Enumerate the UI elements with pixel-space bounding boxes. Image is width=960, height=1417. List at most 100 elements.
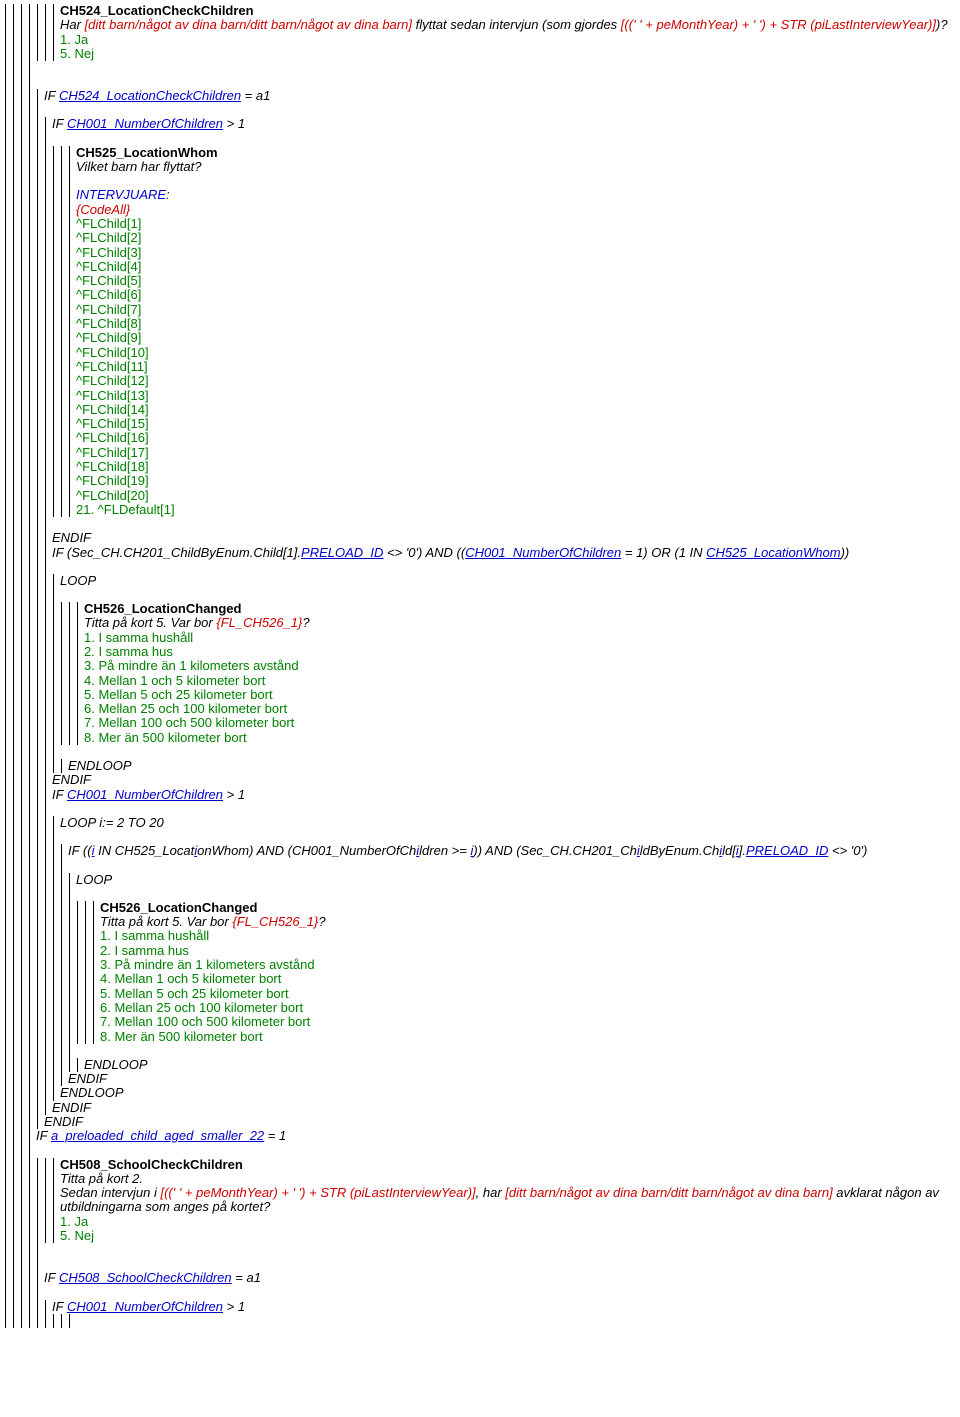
text: IN CH525_Locat — [94, 843, 194, 858]
ch508-a1: 1. Ja — [56, 1215, 960, 1229]
ch508-title: CH508_SchoolCheckChildren — [56, 1158, 960, 1172]
ch525-child-1: ^FLChild[1] — [72, 217, 960, 231]
ch526-a5: 5. Mellan 5 och 25 kilometer bort — [80, 688, 960, 702]
text: ]. — [739, 843, 746, 858]
if-ch524: IF CH524_LocationCheckChildren = a1 — [40, 89, 960, 103]
text: = 1) OR (1 IN — [621, 545, 706, 560]
if-numchildren-1: IF CH001_NumberOfChildren > 1 — [48, 117, 960, 131]
ch526-a3: 3. På mindre än 1 kilometers avstånd — [80, 659, 960, 673]
ch525-child-16: ^FLChild[16] — [72, 431, 960, 445]
link-ch525[interactable]: CH525_LocationWhom — [706, 545, 840, 560]
ch526-a7: 7. Mellan 100 och 500 kilometer bort — [80, 716, 960, 730]
text: , har — [476, 1185, 506, 1200]
link-ch524[interactable]: CH524_LocationCheckChildren — [59, 88, 241, 103]
link-ch001[interactable]: CH001_NumberOfChildren — [67, 116, 223, 131]
fill-text: [ditt barn/något av dina barn/ditt barn/… — [85, 17, 412, 32]
text: = a1 — [232, 1270, 261, 1285]
link-ch001[interactable]: CH001_NumberOfChildren — [67, 787, 223, 802]
ch526b-a4: 4. Mellan 1 och 5 kilometer bort — [96, 972, 960, 986]
keyword-if: IF — [52, 787, 67, 802]
text: ldByEnum.Ch — [640, 843, 719, 858]
ch525-child-7: ^FLChild[7] — [72, 303, 960, 317]
keyword-if: IF — [52, 116, 67, 131]
text: Har — [60, 17, 85, 32]
if-sec-ch: IF (Sec_CH.CH201_ChildByEnum.Child[1].PR… — [48, 546, 960, 560]
fill-text: [((' ' + peMonthYear) + ' ') + STR (piLa… — [621, 17, 936, 32]
endloop-1: ENDLOOP — [64, 759, 960, 773]
ch526b-title: CH526_LocationChanged — [96, 901, 960, 915]
ch525-child-8: ^FLChild[8] — [72, 317, 960, 331]
ch526-a2: 2. I samma hus — [80, 645, 960, 659]
loop-2: LOOP — [72, 873, 960, 887]
ch525-child-15: ^FLChild[15] — [72, 417, 960, 431]
text: ldren >= — [419, 843, 470, 858]
endloop-3: ENDLOOP — [56, 1086, 960, 1100]
ch526-a6: 6. Mellan 25 och 100 kilometer bort — [80, 702, 960, 716]
ch525-child-20: ^FLChild[20] — [72, 489, 960, 503]
endif-5: ENDIF — [40, 1115, 960, 1129]
text: Titta på kort 5. Var bor — [100, 914, 232, 929]
text: = a1 — [241, 88, 270, 103]
ch525-child-2: ^FLChild[2] — [72, 231, 960, 245]
fill-text: {FL_CH526_1} — [232, 914, 318, 929]
loop-i: LOOP i:= 2 TO 20 — [56, 816, 960, 830]
text: ? — [318, 914, 325, 929]
link-preloaded-22[interactable]: a_preloaded_child_aged_smaller_22 — [51, 1128, 264, 1143]
keyword-if: IF — [52, 1299, 67, 1314]
ch508-a5: 5. Nej — [56, 1229, 960, 1243]
ch508-q2: Sedan intervjun i [((' ' + peMonthYear) … — [56, 1186, 960, 1215]
if-preloaded-22: IF a_preloaded_child_aged_smaller_22 = 1 — [32, 1129, 960, 1143]
text: Sedan intervjun i — [60, 1185, 160, 1200]
endloop-2: ENDLOOP — [80, 1058, 960, 1072]
if-numchildren-2: IF CH001_NumberOfChildren > 1 — [48, 788, 960, 802]
text: flyttat sedan intervjun (som gjordes — [412, 17, 621, 32]
text: <> '0') AND (( — [383, 545, 465, 560]
ch525-child-5: ^FLChild[5] — [72, 274, 960, 288]
text: = 1 — [264, 1128, 286, 1143]
text: IF (( — [68, 843, 92, 858]
ch525-child-4: ^FLChild[4] — [72, 260, 960, 274]
link-ch508[interactable]: CH508_SchoolCheckChildren — [59, 1270, 232, 1285]
endif-3: ENDIF — [64, 1072, 960, 1086]
link-ch001[interactable]: CH001_NumberOfChildren — [67, 1299, 223, 1314]
endif-2: ENDIF — [48, 773, 960, 787]
ch525-child-10: ^FLChild[10] — [72, 346, 960, 360]
text: onWhom) AND (CH001_NumberOfCh — [197, 843, 416, 858]
endif-4: ENDIF — [48, 1101, 960, 1115]
ch526b-a8: 8. Mer än 500 kilometer bort — [96, 1030, 960, 1044]
ch524-answer-1: 1. Ja — [56, 33, 960, 47]
text: )) — [841, 545, 850, 560]
ch526b-question: Titta på kort 5. Var bor {FL_CH526_1}? — [96, 915, 960, 929]
link-preload-id[interactable]: PRELOAD_ID — [746, 843, 828, 858]
questionnaire-routing: CH524_LocationCheckChildren Har [ditt ba… — [0, 0, 960, 1348]
text: ? — [302, 615, 309, 630]
text: IF (Sec_CH.CH201_ChildByEnum.Child[1]. — [52, 545, 301, 560]
ch525-child-6: ^FLChild[6] — [72, 288, 960, 302]
fill-text: [ditt barn/något av dina barn/ditt barn/… — [505, 1185, 832, 1200]
link-preload-id[interactable]: PRELOAD_ID — [301, 545, 383, 560]
ch526-a8: 8. Mer än 500 kilometer bort — [80, 731, 960, 745]
ch525-child-3: ^FLChild[3] — [72, 246, 960, 260]
link-ch001[interactable]: CH001_NumberOfChildren — [465, 545, 621, 560]
ch508-q1: Titta på kort 2. — [56, 1172, 960, 1186]
ch524-question: Har [ditt barn/något av dina barn/ditt b… — [56, 18, 960, 32]
text: > 1 — [223, 1299, 245, 1314]
ch525-children-list: ^FLChild[1]^FLChild[2]^FLChild[3]^FLChil… — [72, 217, 960, 503]
ch526b-a1: 1. I samma hushåll — [96, 929, 960, 943]
if-i-in: IF ((i IN CH525_LocationWhom) AND (CH001… — [64, 844, 960, 858]
ch525-child-17: ^FLChild[17] — [72, 446, 960, 460]
ch526-title: CH526_LocationChanged — [80, 602, 960, 616]
loop-1: LOOP — [56, 574, 960, 588]
ch525-child-18: ^FLChild[18] — [72, 460, 960, 474]
ch525-title: CH525_LocationWhom — [72, 146, 960, 160]
if-ch508: IF CH508_SchoolCheckChildren = a1 — [40, 1271, 960, 1285]
ch525-child-11: ^FLChild[11] — [72, 360, 960, 374]
ch526b-a3: 3. På mindre än 1 kilometers avstånd — [96, 958, 960, 972]
ch525-answer-21: 21. ^FLDefault[1] — [72, 503, 960, 517]
ch526b-a5: 5. Mellan 5 och 25 kilometer bort — [96, 987, 960, 1001]
text: Titta på kort 5. Var bor — [84, 615, 216, 630]
ch524-answer-5: 5. Nej — [56, 47, 960, 61]
text: > 1 — [223, 787, 245, 802]
text: )) AND (Sec_CH.CH201_Ch — [473, 843, 637, 858]
ch525-child-13: ^FLChild[13] — [72, 389, 960, 403]
